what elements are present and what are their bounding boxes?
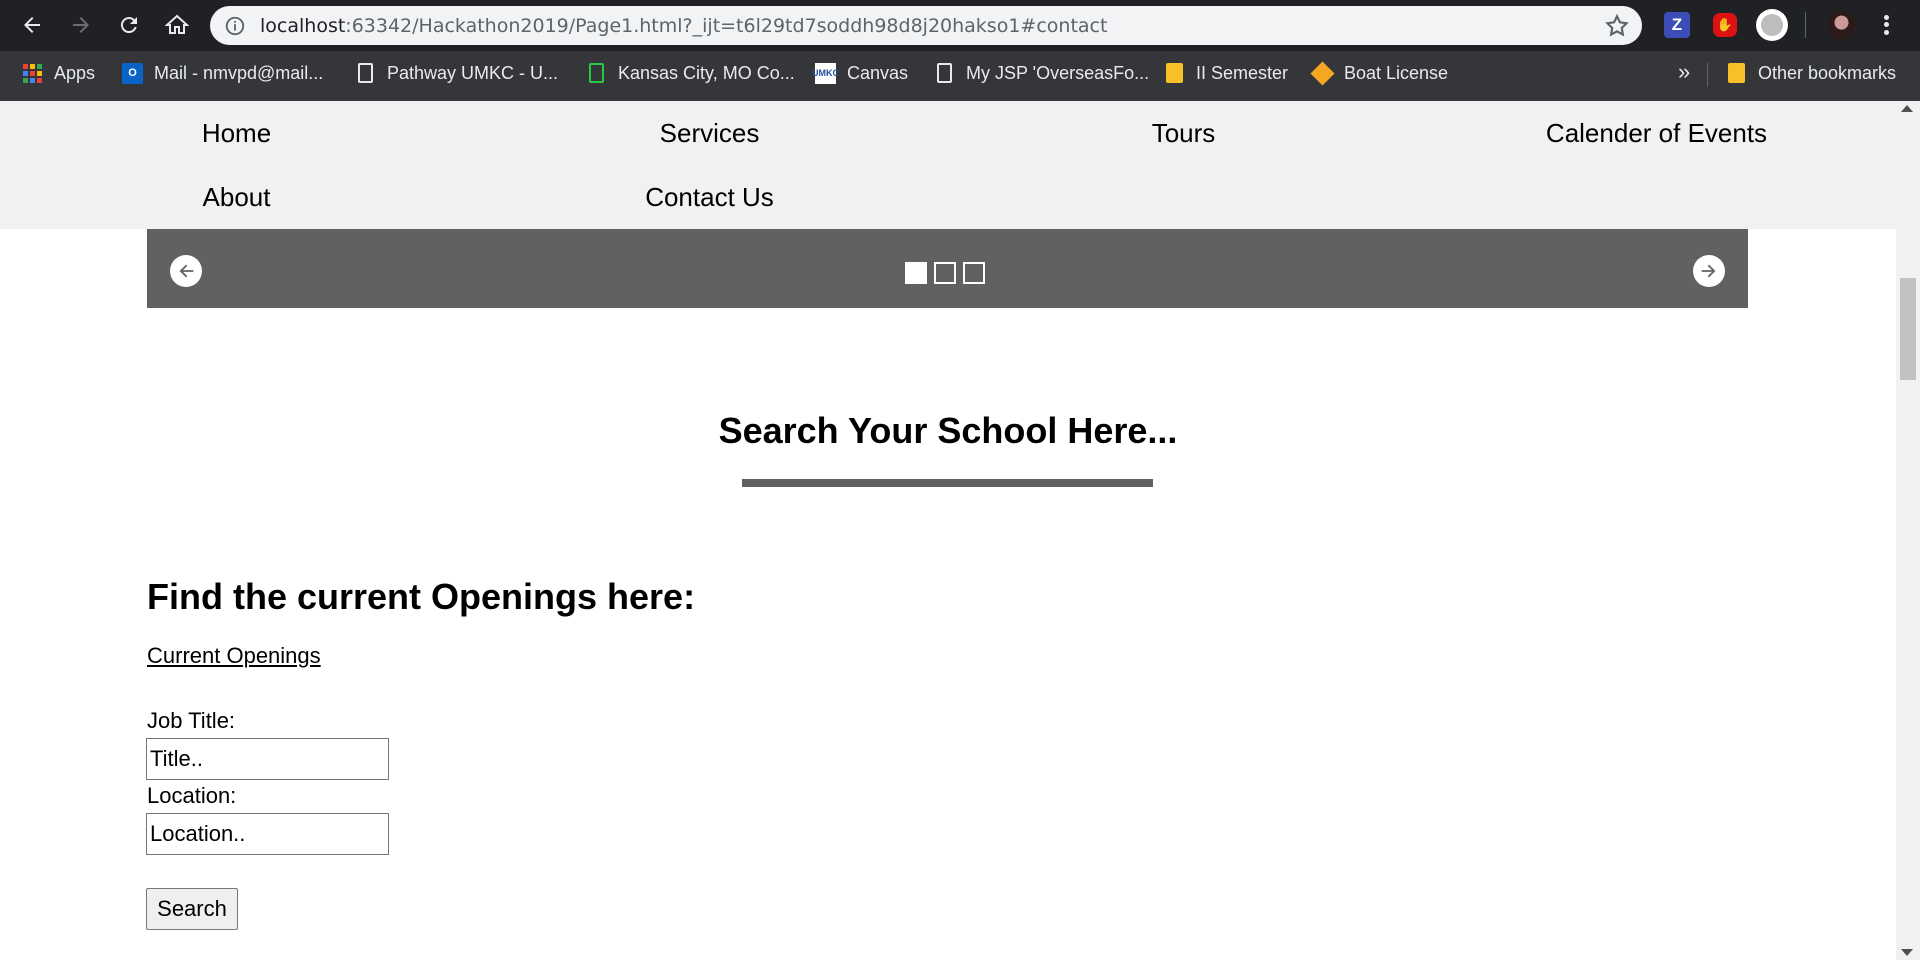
adblock-extension-icon[interactable]: ✋ bbox=[1712, 12, 1738, 38]
more-bookmarks-chevron[interactable]: » bbox=[1678, 59, 1690, 85]
location-input[interactable] bbox=[146, 813, 389, 855]
page-viewport: Home Services Tours Calender of Events A… bbox=[0, 101, 1896, 960]
bookmark-kansas-city[interactable]: Kansas City, MO Co... bbox=[586, 51, 795, 95]
location-label: Location: bbox=[147, 783, 237, 808]
site-nav: Home Services Tours Calender of Events A… bbox=[0, 101, 1896, 229]
page-icon bbox=[934, 63, 955, 84]
job-title-input[interactable] bbox=[146, 738, 389, 780]
scroll-up-arrow-icon[interactable] bbox=[1901, 105, 1913, 112]
forward-arrow-icon[interactable] bbox=[64, 8, 98, 42]
site-info-icon[interactable] bbox=[224, 15, 246, 37]
openings-heading: Find the current Openings here: bbox=[147, 576, 696, 617]
address-bar[interactable]: localhost:63342/Hackathon2019/Page1.html… bbox=[210, 6, 1642, 45]
nav-events-link[interactable]: Calender of Events bbox=[1420, 101, 1893, 165]
nav-tours-link[interactable]: Tours bbox=[947, 101, 1420, 165]
apps-grid-icon bbox=[22, 63, 43, 84]
bookmark-other[interactable]: Other bookmarks bbox=[1726, 51, 1896, 95]
slide-dot-2[interactable] bbox=[934, 262, 956, 284]
folder-icon bbox=[1726, 63, 1747, 84]
folder-icon bbox=[1164, 63, 1185, 84]
scroll-down-arrow-icon[interactable] bbox=[1901, 949, 1913, 956]
back-arrow-icon[interactable] bbox=[15, 8, 49, 42]
title-underline bbox=[742, 479, 1153, 487]
search-button[interactable]: Search bbox=[146, 888, 238, 930]
bookmark-star-icon[interactable] bbox=[1604, 13, 1630, 39]
home-icon[interactable] bbox=[160, 8, 194, 42]
outlook-icon: O bbox=[122, 62, 143, 84]
green-doc-icon bbox=[586, 63, 607, 84]
url-text[interactable]: localhost:63342/Hackathon2019/Page1.html… bbox=[260, 15, 1107, 37]
next-slide-arrow-icon[interactable] bbox=[1693, 255, 1725, 287]
slide-dot-3[interactable] bbox=[963, 262, 985, 284]
grey-extension-icon[interactable] bbox=[1756, 9, 1788, 41]
toolbar-divider bbox=[1805, 12, 1806, 38]
bookmark-apps[interactable]: Apps bbox=[22, 51, 95, 95]
url-path: :63342/Hackathon2019/Page1.html?_ijt=t6l… bbox=[345, 15, 1108, 37]
prev-slide-arrow-icon[interactable] bbox=[170, 255, 202, 287]
url-host: localhost bbox=[260, 15, 346, 37]
bookmark-ii-semester[interactable]: II Semester bbox=[1164, 51, 1288, 95]
browser-menu-icon[interactable] bbox=[1876, 10, 1896, 40]
diamond-icon bbox=[1310, 60, 1335, 86]
bookmark-my-jsp[interactable]: My JSP 'OverseasFo... bbox=[934, 51, 1149, 95]
current-openings-link[interactable]: Current Openings bbox=[147, 643, 321, 669]
nav-about-link[interactable]: About bbox=[0, 165, 473, 229]
bookmarks-bar: Apps O Mail - nmvpd@mail... Pathway UMKC… bbox=[0, 51, 1920, 101]
umkc-icon: UMKC bbox=[812, 62, 839, 84]
scrollbar-thumb[interactable] bbox=[1900, 278, 1916, 380]
profile-avatar[interactable] bbox=[1827, 11, 1856, 40]
search-school-title: Search Your School Here... bbox=[718, 410, 1178, 451]
nav-home-link[interactable]: Home bbox=[0, 101, 473, 165]
reload-icon[interactable] bbox=[112, 8, 146, 42]
bookmarks-divider bbox=[1707, 63, 1708, 87]
page-icon bbox=[355, 63, 376, 84]
slide-dot-1[interactable] bbox=[905, 262, 927, 284]
bookmark-boat-license[interactable]: Boat License bbox=[1310, 51, 1448, 95]
bookmark-pathway-umkc[interactable]: Pathway UMKC - U... bbox=[355, 51, 558, 95]
browser-toolbar: localhost:63342/Hackathon2019/Page1.html… bbox=[0, 0, 1920, 51]
page-scrollbar[interactable] bbox=[1896, 101, 1920, 960]
slide-indicators bbox=[905, 262, 985, 284]
bookmark-canvas[interactable]: UMKC Canvas bbox=[812, 51, 908, 95]
slideshow-controls bbox=[147, 229, 1748, 308]
job-title-label: Job Title: bbox=[147, 708, 236, 733]
bookmark-mail[interactable]: O Mail - nmvpd@mail... bbox=[122, 51, 323, 95]
nav-contact-link[interactable]: Contact Us bbox=[473, 165, 946, 229]
zoom-extension-icon[interactable]: Z bbox=[1664, 12, 1690, 38]
nav-services-link[interactable]: Services bbox=[473, 101, 946, 165]
